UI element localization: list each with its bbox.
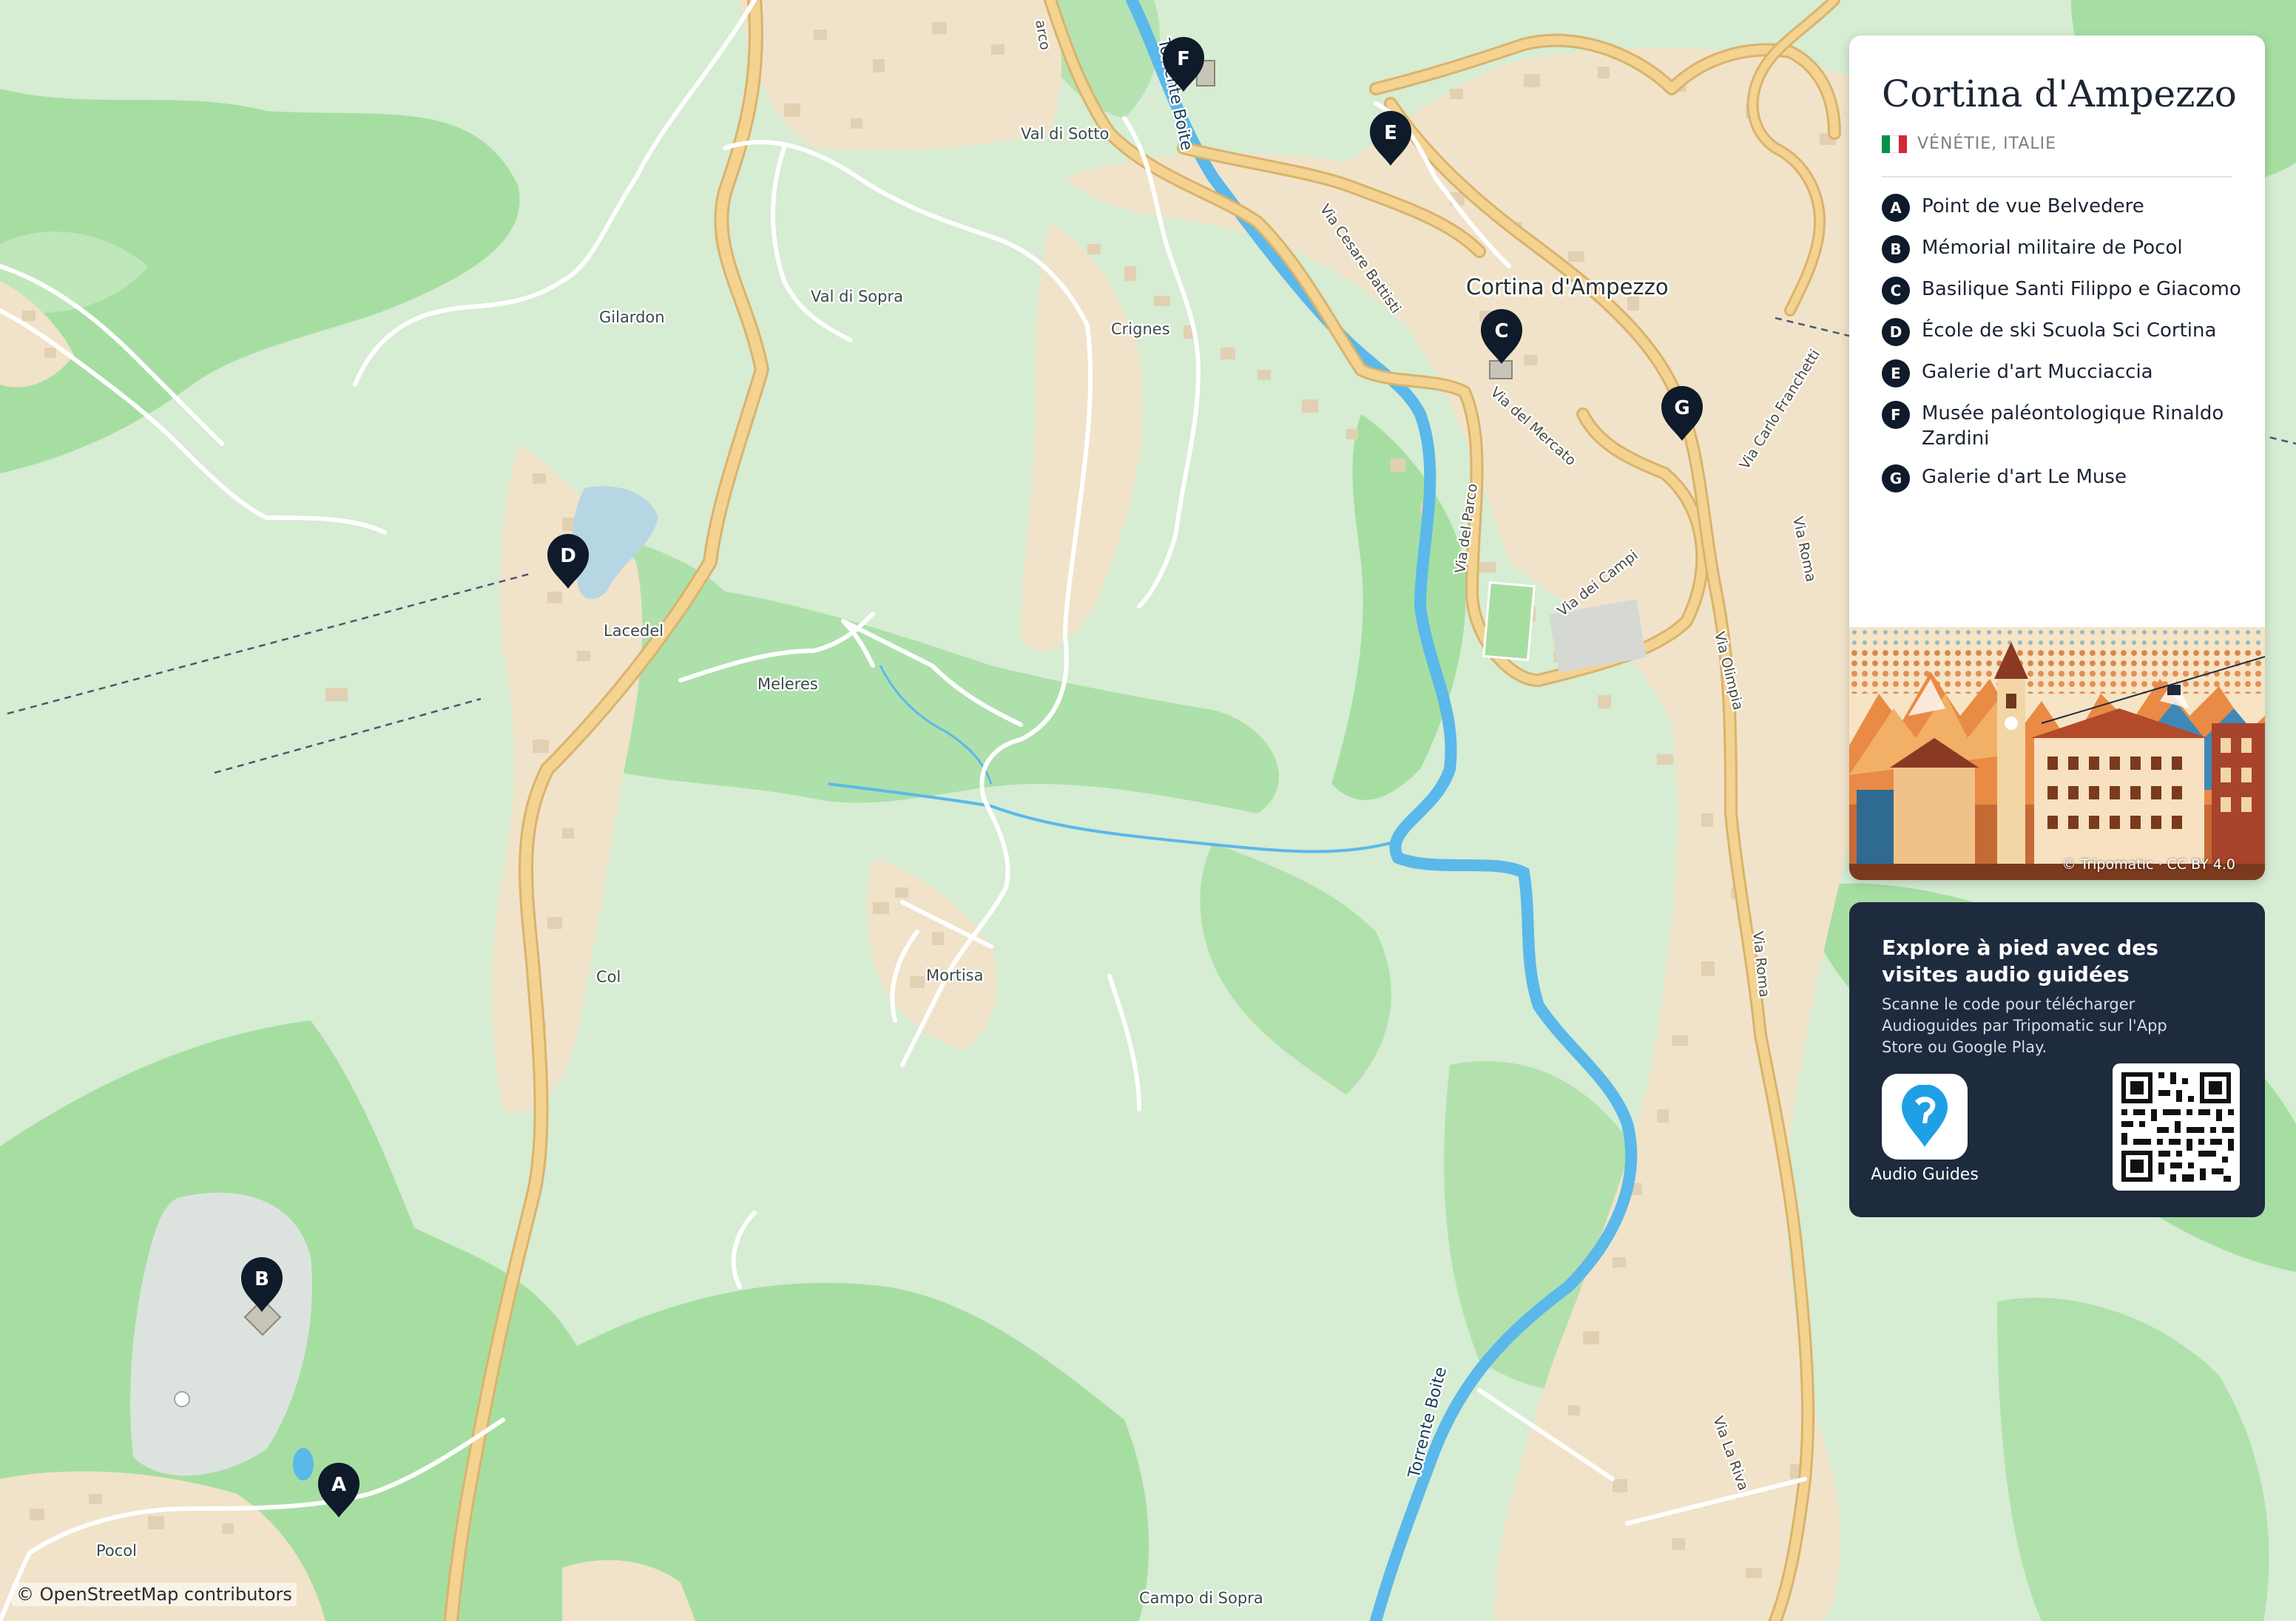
place-label-val-di-sopra: Val di Sopra	[811, 288, 903, 305]
marker-letter-a: A	[331, 1474, 346, 1496]
legend-region-text: VÉNÉTIE, ITALIE	[1917, 135, 2057, 153]
place-label-lacedel: Lacedel	[604, 622, 664, 640]
qr-code-icon	[2121, 1072, 2234, 1182]
audio-guides-app-button[interactable]	[1882, 1074, 1968, 1160]
place-label-mortisa: Mortisa	[926, 967, 983, 984]
marker-letter-b: B	[254, 1268, 269, 1290]
viewpoint-dot	[174, 1391, 190, 1407]
legend-badge-b: B	[1882, 235, 1910, 263]
place-label-pocol: Pocol	[96, 1542, 137, 1560]
legend-label-g: Galerie d'art Le Muse	[1922, 466, 2127, 488]
legend-badge-d: D	[1882, 318, 1910, 346]
marker-letter-e: E	[1384, 122, 1397, 144]
legend-badge-a: A	[1882, 194, 1910, 222]
marker-letter-c: C	[1494, 320, 1508, 342]
legend-panel: Cortina d'Ampezzo VÉNÉTIE, ITALIE A Poin…	[1849, 35, 2265, 880]
legend-divider	[1882, 176, 2232, 177]
legend-title: Cortina d'Ampezzo	[1882, 72, 2237, 115]
legend-item-e[interactable]: E Galerie d'art Mucciaccia	[1882, 359, 2244, 388]
marker-letter-g: G	[1674, 397, 1689, 419]
sports-field	[1482, 581, 1536, 662]
illustration-credit: © Tripomatic · CC BY 4.0	[2062, 856, 2235, 873]
legend-label-e: Galerie d'art Mucciaccia	[1922, 361, 2153, 383]
place-label-gilardon: Gilardon	[599, 308, 665, 326]
city-illustration	[1849, 627, 2265, 880]
audio-guides-app-label: Audio Guides	[1871, 1165, 1979, 1184]
legend-label-b: Mémorial militaire de Pocol	[1922, 237, 2183, 259]
legend-item-b[interactable]: B Mémorial militaire de Pocol	[1882, 235, 2244, 263]
legend-label-c: Basilique Santi Filippo e Giacomo	[1922, 278, 2241, 300]
audio-panel-description: Scanne le code pour télécharger Audiogui…	[1882, 995, 2167, 1056]
legend-badge-e: E	[1882, 359, 1910, 388]
legend-item-c[interactable]: C Basilique Santi Filippo e Giacomo	[1882, 277, 2244, 305]
town-label-cortina: Cortina d'Ampezzo	[1466, 274, 1669, 300]
place-label-crignes: Crignes	[1111, 320, 1170, 338]
audio-panel-title: Explore à pied avec des visites audio gu…	[1882, 935, 2158, 987]
place-label-val-di-sotto: Val di Sotto	[1021, 125, 1109, 143]
italy-flag-icon	[1882, 135, 1907, 153]
legend-item-a[interactable]: A Point de vue Belvedere	[1882, 194, 2244, 222]
legend-badge-c: C	[1882, 277, 1910, 305]
legend-item-f[interactable]: F Musée paléontologique Rinaldo Zardini	[1882, 401, 2244, 451]
map-attribution[interactable]: © OpenStreetMap contributors	[12, 1583, 297, 1606]
map-pin-icon	[1902, 1085, 1948, 1147]
legend-badge-g: G	[1882, 464, 1910, 493]
legend-label-f: Musée paléontologique Rinaldo Zardini	[1922, 402, 2224, 450]
marker-letter-f: F	[1177, 48, 1190, 70]
legend-label-a: Point de vue Belvedere	[1922, 195, 2144, 217]
audio-guides-panel: Explore à pied avec des visites audio gu…	[1849, 902, 2265, 1217]
qr-code[interactable]	[2113, 1063, 2240, 1191]
church-icon	[1489, 360, 1513, 379]
place-label-campo-di-sopra: Campo di Sopra	[1139, 1589, 1263, 1607]
place-label-col: Col	[596, 968, 621, 986]
pond-belvedere	[293, 1448, 314, 1480]
legend-badge-f: F	[1882, 401, 1910, 429]
legend-item-d[interactable]: D École de ski Scuola Sci Cortina	[1882, 318, 2244, 346]
legend-list: A Point de vue Belvedere B Mémorial mili…	[1882, 194, 2244, 506]
legend-item-g[interactable]: G Galerie d'art Le Muse	[1882, 464, 2244, 493]
place-label-meleres: Meleres	[757, 675, 818, 693]
legend-region: VÉNÉTIE, ITALIE	[1882, 135, 2056, 153]
legend-label-d: École de ski Scuola Sci Cortina	[1922, 319, 2217, 342]
marker-letter-d: D	[560, 545, 576, 567]
